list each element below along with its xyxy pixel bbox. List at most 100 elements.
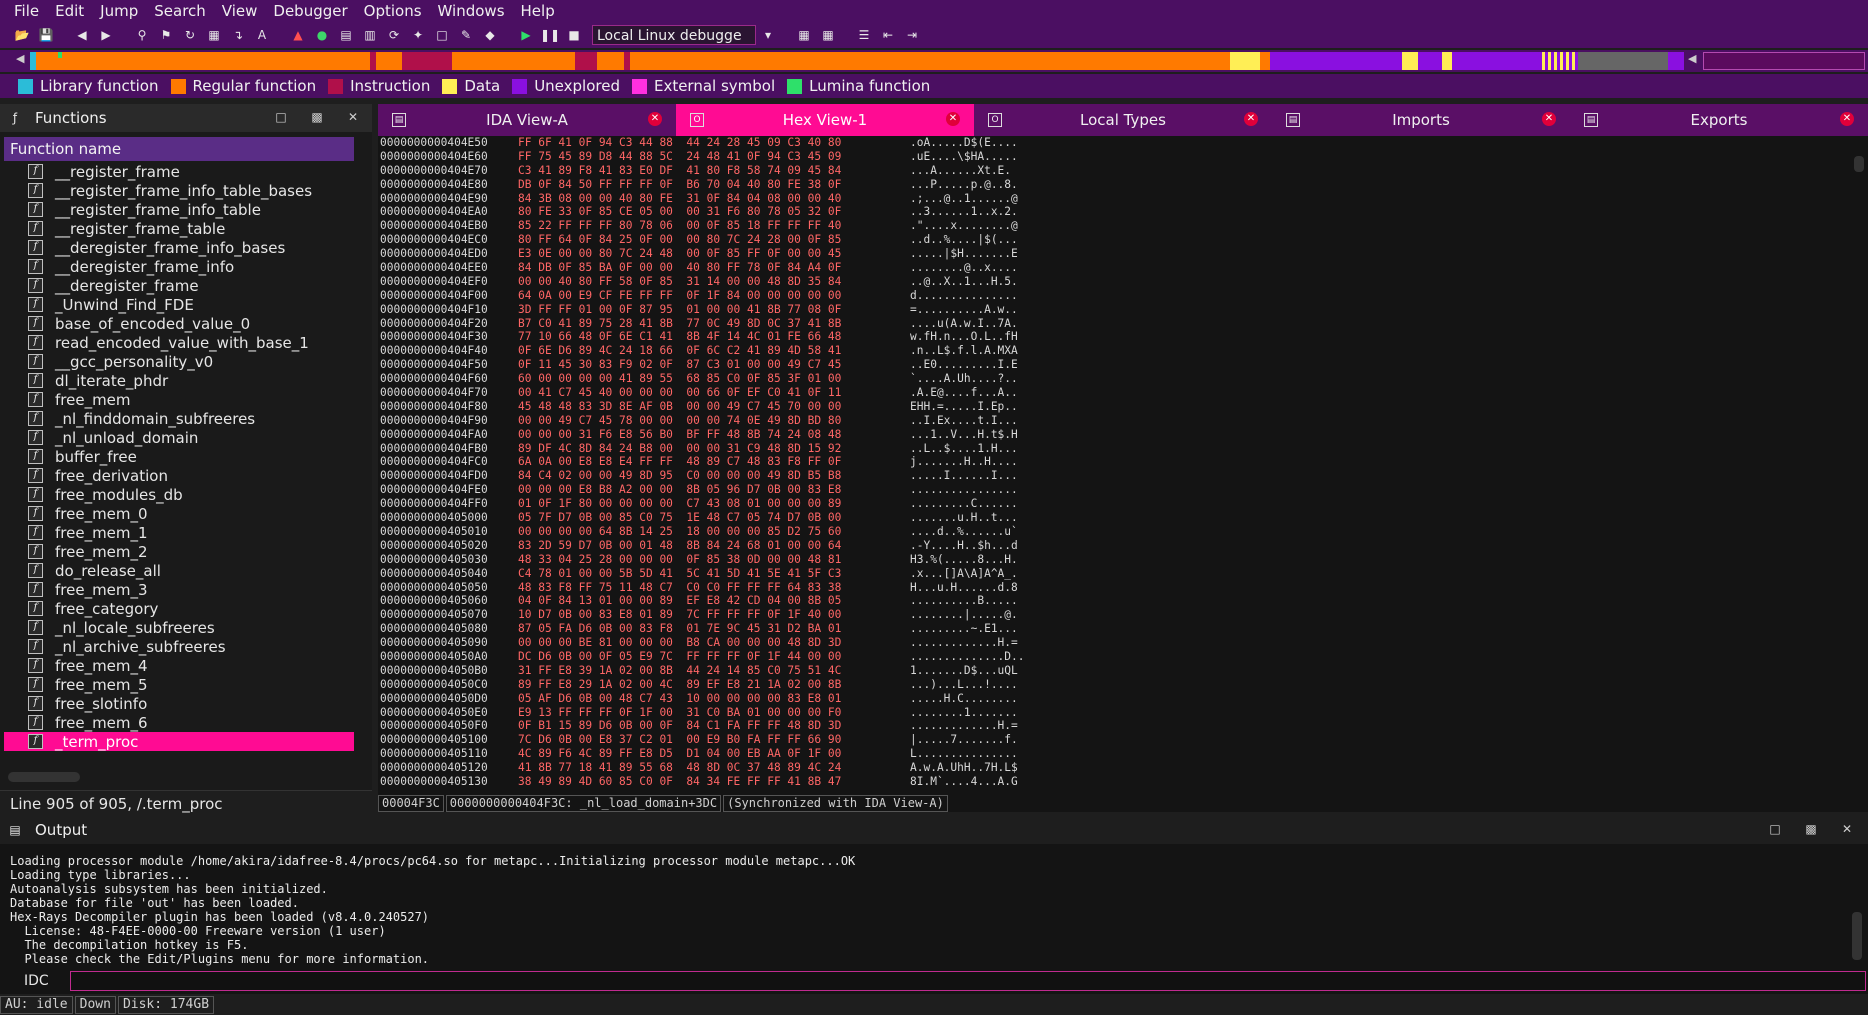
hex-row[interactable]: 0000000000404F40 0F 6E D6 89 4C 24 18 66 … <box>378 344 1025 358</box>
function-list-item[interactable]: f free_mem_5 <box>4 675 354 694</box>
function-list-item[interactable]: f free_derivation <box>4 466 354 485</box>
enum-icon[interactable]: ▥ <box>361 26 379 44</box>
hex-row[interactable]: 0000000000404E60 FF 75 45 89 D8 44 88 5C … <box>378 150 1025 164</box>
hex-row[interactable]: 0000000000404FD0 84 C4 02 00 00 49 8D 95 … <box>378 469 1025 483</box>
text-icon[interactable]: A <box>253 26 271 44</box>
nav-right-arrow-icon[interactable]: ◀ <box>1688 52 1696 65</box>
hex-row[interactable]: 0000000000405060 04 0F 84 13 01 00 00 89 … <box>378 594 1025 608</box>
function-list-item[interactable]: f _nl_finddomain_subfreeres <box>4 409 354 428</box>
menu-options[interactable]: Options <box>356 0 430 22</box>
hex-row[interactable]: 0000000000405050 48 83 F8 FF 75 11 48 C7 … <box>378 581 1025 595</box>
vertical-scrollbar[interactable] <box>1854 156 1864 172</box>
horizontal-scrollbar[interactable] <box>8 772 80 782</box>
menu-view[interactable]: View <box>214 0 266 22</box>
hex-row[interactable]: 0000000000404F70 00 41 C7 45 40 00 00 00 … <box>378 386 1025 400</box>
function-list-item[interactable]: f _nl_locale_subfreeres <box>4 618 354 637</box>
hex-row[interactable]: 0000000000405030 48 33 04 25 28 00 00 00 … <box>378 553 1025 567</box>
close-tab-icon[interactable]: ✕ <box>648 112 662 126</box>
hex-row[interactable]: 00000000004050B0 31 FF E8 39 1A 02 00 8B … <box>378 664 1025 678</box>
hex-row[interactable]: 0000000000405130 38 49 89 4D 60 85 C0 0F … <box>378 775 1025 789</box>
function-list-item[interactable]: f __gcc_personality_v0 <box>4 352 354 371</box>
menu-jump[interactable]: Jump <box>92 0 146 22</box>
restore-icon[interactable]: □ <box>1768 822 1782 836</box>
tab-ida-view-a[interactable]: ▤ IDA View-A ✕ <box>378 104 676 136</box>
function-list-item[interactable]: f free_slotinfo <box>4 694 354 713</box>
nav-left-arrow-icon[interactable]: ◀ <box>16 52 24 65</box>
function-list-item[interactable]: f _term_proc <box>4 732 354 751</box>
function-name-column-header[interactable]: Function name <box>4 137 354 161</box>
hex-row[interactable]: 00000000004050D0 05 AF D6 0B 00 48 C7 43 … <box>378 692 1025 706</box>
save-icon[interactable]: 💾 <box>37 26 55 44</box>
breakpoint-icon[interactable]: ▲ <box>289 26 307 44</box>
hex-row[interactable]: 0000000000404F50 0F 11 45 30 83 F9 02 0F … <box>378 358 1025 372</box>
hex-row[interactable]: 0000000000404F80 45 48 48 83 3D 8E AF 0B … <box>378 400 1025 414</box>
function-list-item[interactable]: f free_mem_3 <box>4 580 354 599</box>
hex-row[interactable]: 0000000000404E90 84 3B 08 00 00 40 80 FE … <box>378 192 1025 206</box>
jump-icon[interactable]: ↻ <box>181 26 199 44</box>
hex-view[interactable]: 0000000000404E50 FF 6F 41 0F 94 C3 44 88 … <box>378 136 1868 794</box>
hex-row[interactable]: 0000000000405100 7C D6 0B 00 E8 37 C2 01 … <box>378 733 1025 747</box>
graph-icon[interactable]: ▦ <box>819 26 837 44</box>
function-list-item[interactable]: f __deregister_frame <box>4 276 354 295</box>
hex-row[interactable]: 0000000000404FF0 01 0F 1F 80 00 00 00 00 … <box>378 497 1025 511</box>
function-list-item[interactable]: f __register_frame_info_table_bases <box>4 181 354 200</box>
hex-row[interactable]: 0000000000404E50 FF 6F 41 0F 94 C3 44 88 … <box>378 136 1025 150</box>
function-list-item[interactable]: f read_encoded_value_with_base_1 <box>4 333 354 352</box>
hex-row[interactable]: 0000000000404EE0 84 DB 0F 85 BA 0F 00 00 … <box>378 261 1025 275</box>
function-list-item[interactable]: f free_mem_6 <box>4 713 354 732</box>
function-list-item[interactable]: f free_mem_0 <box>4 504 354 523</box>
tab-exports[interactable]: ▤ Exports ✕ <box>1570 104 1868 136</box>
navigation-strip[interactable] <box>30 52 1684 70</box>
outdent-icon[interactable]: ⇤ <box>879 26 897 44</box>
function-list-item[interactable]: f __deregister_frame_info <box>4 257 354 276</box>
function-list-item[interactable]: f base_of_encoded_value_0 <box>4 314 354 333</box>
hex-row[interactable]: 0000000000404ED0 E3 0E 00 00 80 7C 24 48 … <box>378 247 1025 261</box>
hex-row[interactable]: 0000000000404E80 DB 0F 84 50 FF FF FF 0F … <box>378 178 1025 192</box>
close-tab-icon[interactable]: ✕ <box>1244 112 1258 126</box>
function-list-item[interactable]: f __register_frame <box>4 162 354 181</box>
menu-help[interactable]: Help <box>513 0 563 22</box>
function-list-item[interactable]: f free_mem_2 <box>4 542 354 561</box>
hex-row[interactable]: 0000000000404F90 00 00 49 C7 45 78 00 00 … <box>378 414 1025 428</box>
jump-down-icon[interactable]: ↴ <box>229 26 247 44</box>
hex-row[interactable]: 0000000000404EA0 80 FE 33 0F 85 CE 05 00 … <box>378 205 1025 219</box>
tab-local-types[interactable]: O Local Types ✕ <box>974 104 1272 136</box>
function-list-item[interactable]: f __register_frame_info_table <box>4 200 354 219</box>
float-icon[interactable]: ▩ <box>1804 822 1818 836</box>
idc-label[interactable]: IDC <box>24 972 49 990</box>
navigation-overview[interactable] <box>1703 52 1865 70</box>
function-list-item[interactable]: f free_mem <box>4 390 354 409</box>
function-list-item[interactable]: f do_release_all <box>4 561 354 580</box>
stop-icon[interactable]: ■ <box>565 26 583 44</box>
debugger-select[interactable]: Local Linux debugge <box>592 25 756 45</box>
hex-row[interactable]: 0000000000405110 4C 89 F6 4C 89 FF E8 D5 … <box>378 747 1025 761</box>
list-icon[interactable]: ☰ <box>855 26 873 44</box>
hex-row[interactable]: 0000000000404F30 77 10 66 48 0F 6E C1 41 … <box>378 330 1025 344</box>
hex-row[interactable]: 0000000000405010 00 00 00 00 64 8B 14 25 … <box>378 525 1025 539</box>
idc-command-input[interactable] <box>70 971 1866 991</box>
hex-row[interactable]: 00000000004050E0 E9 13 FF FF FF 0F 1F 00 … <box>378 706 1025 720</box>
function-list-item[interactable]: f _nl_unload_domain <box>4 428 354 447</box>
search-icon[interactable]: ⚲ <box>133 26 151 44</box>
pause-icon[interactable]: ❚❚ <box>540 26 560 44</box>
forward-icon[interactable]: ▶ <box>97 26 115 44</box>
hex-row[interactable]: 0000000000404EB0 85 22 FF FF FF 80 78 06 … <box>378 219 1025 233</box>
hex-row[interactable]: 0000000000404F00 64 0A 00 E9 CF FE FF FF … <box>378 289 1025 303</box>
hex-row[interactable]: 0000000000405070 10 D7 0B 00 83 E8 01 89 … <box>378 608 1025 622</box>
close-icon[interactable]: ✕ <box>346 110 360 124</box>
hex-row[interactable]: 0000000000405080 87 05 FA D6 0B 00 83 F8 … <box>378 622 1025 636</box>
menu-search[interactable]: Search <box>146 0 214 22</box>
struct-icon[interactable]: ▤ <box>337 26 355 44</box>
dropdown-arrow-icon[interactable]: ▾ <box>759 26 777 44</box>
hex-row[interactable]: 0000000000404EC0 80 FF 64 0F 84 25 0F 00 … <box>378 233 1025 247</box>
tab-imports[interactable]: ▤ Imports ✕ <box>1272 104 1570 136</box>
menu-windows[interactable]: Windows <box>430 0 513 22</box>
hex-row[interactable]: 0000000000405000 05 7F D7 0B 00 85 C0 75 … <box>378 511 1025 525</box>
function-list-item[interactable]: f _Unwind_Find_FDE <box>4 295 354 314</box>
diamond-icon[interactable]: ◆ <box>481 26 499 44</box>
frame-icon[interactable]: □ <box>433 26 451 44</box>
function-list-item[interactable]: f buffer_free <box>4 447 354 466</box>
calc-icon[interactable]: ▦ <box>795 26 813 44</box>
close-tab-icon[interactable]: ✕ <box>946 112 960 126</box>
menu-edit[interactable]: Edit <box>47 0 92 22</box>
